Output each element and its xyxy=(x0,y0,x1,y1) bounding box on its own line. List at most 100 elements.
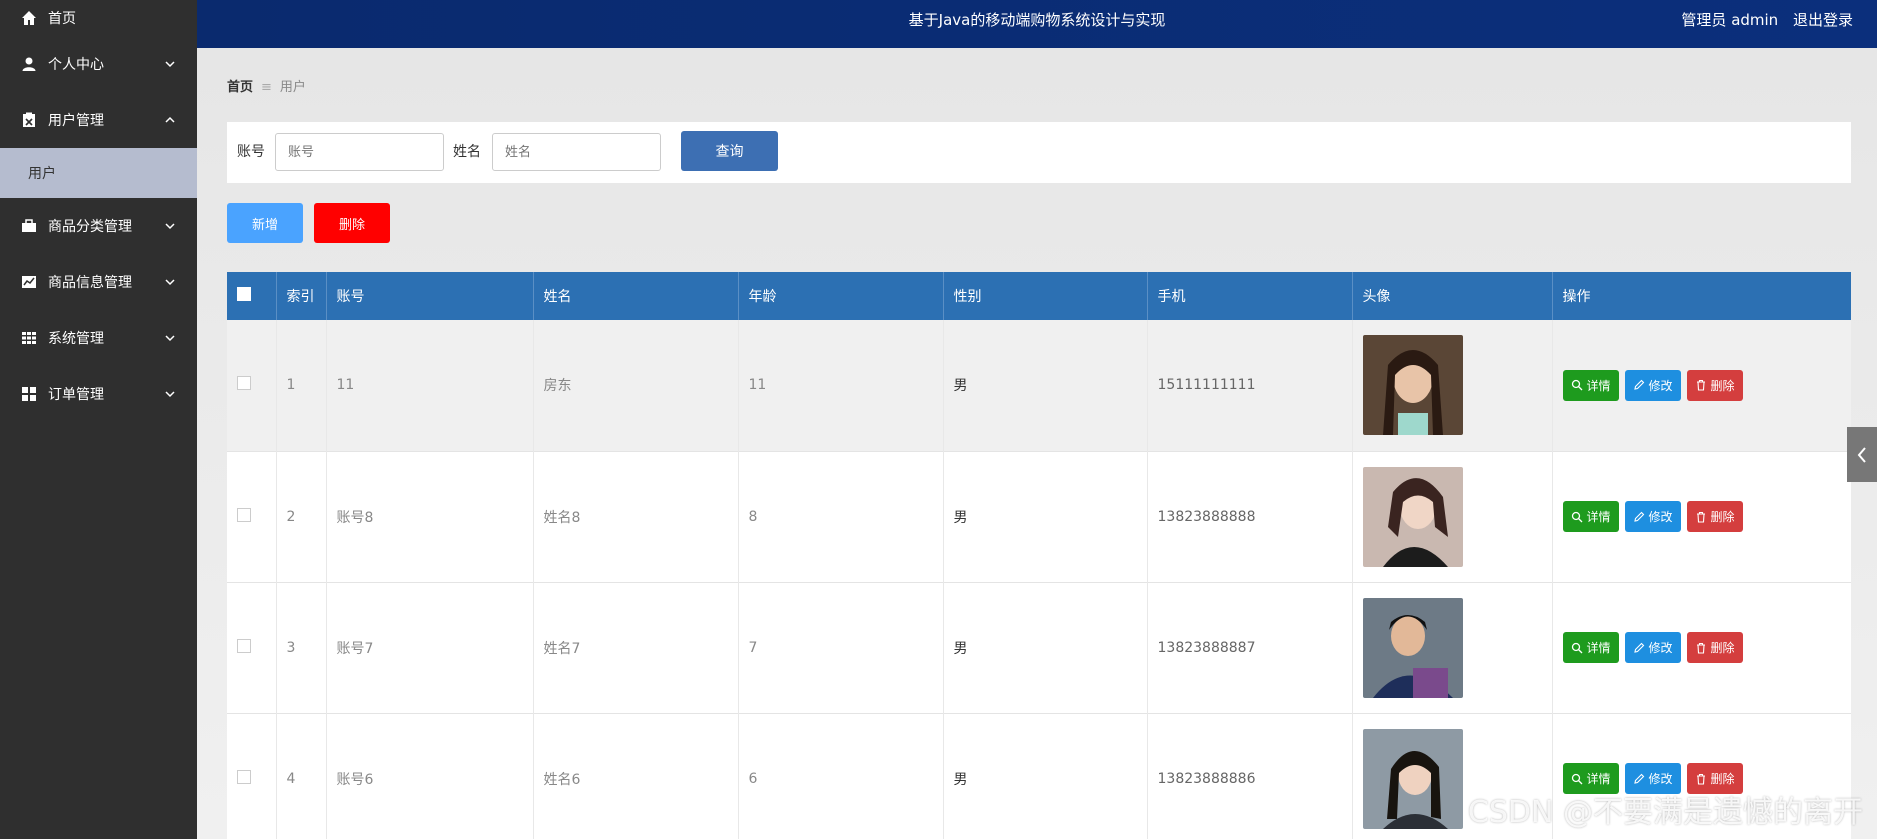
age-cell: 7 xyxy=(738,582,944,713)
avatar-cell xyxy=(1352,451,1553,582)
query-button[interactable]: 查询 xyxy=(681,131,778,171)
row-checkbox-cell xyxy=(227,582,277,713)
edit-label: 修改 xyxy=(1648,378,1673,393)
sidebar-item-label: 商品分类管理 xyxy=(48,219,132,235)
age-cell: 8 xyxy=(738,451,944,582)
detail-label: 详情 xyxy=(1586,378,1611,393)
name-cell: 姓名6 xyxy=(533,713,739,839)
detail-label: 详情 xyxy=(1586,510,1611,524)
detail-label: 详情 xyxy=(1586,641,1611,655)
sidebar-item-order-management[interactable]: 订单管理 xyxy=(0,366,197,422)
chevron-down-icon xyxy=(165,391,175,398)
logout-link[interactable]: 退出登录 xyxy=(1793,11,1853,29)
phone-cell: 13823888888 xyxy=(1147,451,1353,582)
chevron-up-icon xyxy=(165,116,175,123)
search-icon xyxy=(1571,642,1582,653)
index-cell: 3 xyxy=(276,582,327,713)
column-header: 年龄 xyxy=(738,272,944,320)
select-all-checkbox[interactable] xyxy=(237,287,251,301)
avatar xyxy=(1362,597,1463,698)
index-cell: 4 xyxy=(276,713,327,839)
select-all-cell xyxy=(227,272,277,320)
sidebar-item-user-management[interactable]: 用户管理 xyxy=(0,92,197,148)
clipboard-icon xyxy=(20,111,38,129)
tiles-icon xyxy=(20,385,38,403)
chevron-down-icon xyxy=(165,223,175,230)
delete-button[interactable]: 删除 xyxy=(1686,632,1743,663)
edit-button[interactable]: 修改 xyxy=(1624,369,1681,401)
sidebar-item-label: 商品信息管理 xyxy=(48,275,132,291)
delete-button[interactable]: 删除 xyxy=(1686,501,1743,532)
breadcrumb-home[interactable]: 首页 xyxy=(227,80,253,95)
detail-button[interactable]: 详情 xyxy=(1562,369,1619,401)
gender-cell: 男 xyxy=(943,582,1148,713)
admin-role-label: 管理员 admin xyxy=(1681,11,1779,29)
home-icon xyxy=(20,9,38,27)
sidebar-item-label: 个人中心 xyxy=(48,57,104,73)
row-checkbox-cell xyxy=(227,713,277,839)
phone-cell: 13823888886 xyxy=(1147,713,1353,839)
sidebar-item-product-management[interactable]: 商品信息管理 xyxy=(0,254,197,310)
avatar-cell xyxy=(1352,582,1553,713)
delete-label: 删除 xyxy=(1710,641,1735,655)
operations-cell: 详情 修改 删除 xyxy=(1552,320,1851,451)
edit-label: 修改 xyxy=(1648,641,1673,655)
name-cell: 房东 xyxy=(533,320,739,451)
search-panel: 账号 姓名 查询 xyxy=(227,122,1851,183)
gender-cell: 男 xyxy=(943,451,1148,582)
sidebar-item-label: 系统管理 xyxy=(48,331,104,347)
column-header: 手机 xyxy=(1147,272,1353,320)
detail-button[interactable]: 详情 xyxy=(1562,501,1619,532)
sidebar-item-label: 订单管理 xyxy=(48,387,104,403)
delete-label: 删除 xyxy=(1710,510,1735,524)
breadcrumb-current: 用户 xyxy=(279,80,306,95)
sidebar-item-personal-center[interactable]: 个人中心 xyxy=(0,36,197,92)
edit-icon xyxy=(1633,642,1644,653)
search-icon xyxy=(1571,380,1582,391)
delete-label: 删除 xyxy=(1710,378,1735,393)
sidebar-item-category-management[interactable]: 商品分类管理 xyxy=(0,198,197,254)
phone-cell: 15111111111 xyxy=(1147,320,1353,451)
row-checkbox[interactable] xyxy=(237,769,251,784)
table-row: 3 账号7 姓名7 7 男 13823888887 详情 修改 删除 xyxy=(227,582,1851,713)
sidebar-subitem-user[interactable]: 用户 xyxy=(0,148,197,198)
chevron-down-icon xyxy=(165,61,175,68)
avatar xyxy=(1362,466,1463,567)
avatar-cell xyxy=(1352,320,1553,451)
column-header: 性别 xyxy=(943,272,1148,320)
batch-delete-button[interactable]: 删除 xyxy=(314,203,390,243)
avatar xyxy=(1362,335,1463,436)
age-cell: 6 xyxy=(738,713,944,839)
sidebar-item-home[interactable]: 首页 xyxy=(0,0,197,36)
row-checkbox[interactable] xyxy=(237,638,251,653)
delete-button[interactable]: 删除 xyxy=(1686,369,1743,401)
breadcrumb-separator: ≡ xyxy=(261,80,272,95)
watermark: CSDN @不要满是遗憾的离开 xyxy=(1467,795,1863,830)
add-button[interactable]: 新增 xyxy=(227,203,303,243)
side-drawer-toggle[interactable] xyxy=(1847,427,1877,482)
user-table: 索引 账号 姓名 年龄 性别 手机 头像 操作 1 11 房东 11 男 151… xyxy=(227,272,1851,839)
name-input[interactable] xyxy=(492,133,661,171)
edit-button[interactable]: 修改 xyxy=(1624,632,1681,663)
row-checkbox[interactable] xyxy=(237,376,251,391)
table-row: 1 11 房东 11 男 15111111111 详情 修改 删除 xyxy=(227,320,1851,451)
briefcase-icon xyxy=(20,217,38,235)
table-header-row: 索引 账号 姓名 年龄 性别 手机 头像 操作 xyxy=(227,272,1851,320)
operations-cell: 详情 修改 删除 xyxy=(1552,451,1851,582)
delete-label: 删除 xyxy=(1710,772,1735,786)
gender-cell: 男 xyxy=(943,320,1148,451)
edit-button[interactable]: 修改 xyxy=(1624,501,1681,532)
column-header: 操作 xyxy=(1562,289,1591,305)
edit-icon xyxy=(1633,773,1644,784)
top-header: 基于Java的移动端购物系统设计与实现 管理员 admin 退出登录 xyxy=(197,0,1877,48)
chevron-left-icon xyxy=(1857,446,1866,463)
row-checkbox[interactable] xyxy=(237,507,251,522)
trash-icon xyxy=(1696,642,1705,654)
main-content: 首页 ≡ 用户 账号 姓名 查询 新增 删除 索引 账号 姓名 年龄 性别 手机 xyxy=(197,48,1877,839)
user-icon xyxy=(20,55,38,73)
detail-button[interactable]: 详情 xyxy=(1562,632,1619,663)
app-title: 基于Java的移动端购物系统设计与实现 xyxy=(908,11,1166,29)
row-checkbox-cell xyxy=(227,320,277,451)
account-input[interactable] xyxy=(275,133,444,171)
sidebar-item-system-management[interactable]: 系统管理 xyxy=(0,310,197,366)
